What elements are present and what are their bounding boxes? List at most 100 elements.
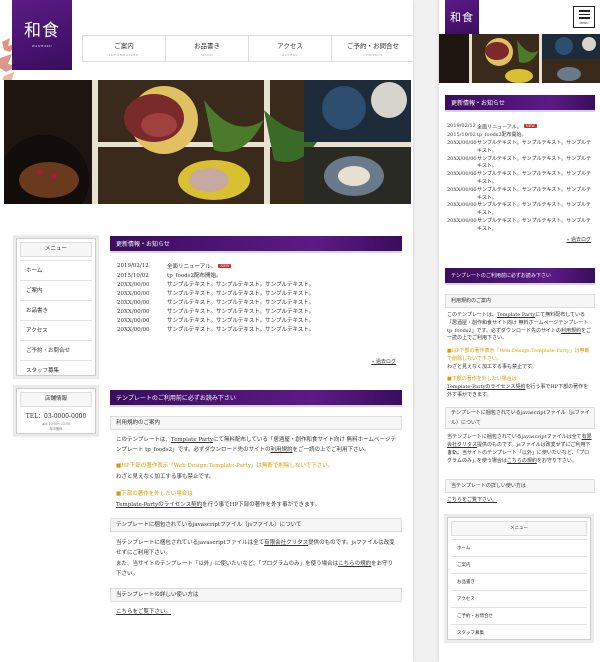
js-heading-mobile: テンプレートに梱包されているjavascriptファイル（jsファイル）について	[445, 407, 595, 429]
news-row: 20XX/00/00 サンプルテキスト。サンプルテキスト。サンプルテキスト。	[117, 299, 401, 308]
nav-label: ご案内	[114, 42, 134, 50]
news-list: 2019/02/12 全面リニューアル。 NEW 2015/10/02 tp_fo…	[117, 262, 401, 335]
usage-detail-heading: 当テンプレートの詳しい使い方は	[110, 588, 402, 602]
news-row: 20XX/00/00 サンプルテキスト。サンプルテキスト。サンプルテキスト。	[447, 171, 595, 187]
terms-link[interactable]: 利用規約	[561, 328, 581, 334]
news-text: tp_foods2配布開始。	[167, 273, 222, 279]
news-row: 20XX/00/00 サンプルテキスト。サンプルテキスト。サンプルテキスト。	[447, 140, 595, 156]
license-paragraph: Template-Partyのライセンス契約を行う事でHP下部の著作を外す事がで…	[116, 502, 321, 508]
news-text: サンプルテキスト。サンプルテキスト。サンプルテキスト。	[477, 140, 592, 154]
js-paragraph: 当テンプレートに梱包されているjavascriptファイルは全て有限会社クリタス…	[116, 540, 395, 556]
news-row: 20XX/00/00 サンプルテキスト。サンプルテキスト。サンプルテキスト。	[447, 202, 595, 218]
news-text: サンプルテキスト。サンプルテキスト。サンプルテキスト。	[167, 327, 315, 333]
hero-image-mobile	[439, 34, 600, 83]
sidebar-item-access[interactable]: アクセス	[20, 320, 92, 340]
news-archive-link[interactable]: » 過去ログ	[300, 358, 396, 365]
news-row: 2015/10/02 tp_foods2配布開始。	[117, 272, 401, 281]
shop-info-box: 店舗情報 TEL：03-0000-0000 AM 10:00〜23:00 年中無…	[16, 388, 96, 434]
news-row: 20XX/00/00 サンプルテキスト。サンプルテキスト。サンプルテキスト。	[447, 156, 595, 172]
news-text: サンプルテキスト。サンプルテキスト。サンプルテキスト。	[477, 171, 592, 185]
sidebar-item-recruit[interactable]: スタッフ募集	[20, 360, 92, 380]
news-text: サンプルテキスト。サンプルテキスト。サンプルテキスト。	[477, 202, 592, 217]
sidebar-item-menu[interactable]: お品書き	[451, 573, 587, 590]
kuritasu-link[interactable]: 有限会社クリタス	[264, 540, 308, 546]
news-date: 2019/02/12	[447, 123, 476, 129]
license-link[interactable]: Template-Partyのライセンス契約	[447, 384, 525, 390]
sidebar-item-information[interactable]: ご案内	[20, 280, 92, 300]
template-notice-heading-mobile: テンプレートのご利用前に必ずお読み下さい	[445, 268, 595, 285]
nav-label: アクセス	[277, 42, 303, 50]
shop-tel: TEL：03-0000-0000	[25, 413, 87, 420]
usage-paragraph-mobile: このテンプレートは、Template Partyにて無料配布している「居酒屋・創…	[447, 312, 592, 342]
sidebar-item-menu[interactable]: お品書き	[20, 300, 92, 320]
credit-note: わざと見えなく加工する事も禁止です。	[116, 474, 215, 480]
news-row: 20XX/00/00 サンプルテキスト。サンプルテキスト。サンプルテキスト。	[117, 317, 401, 326]
template-party-link[interactable]: Template Party	[171, 437, 213, 443]
news-date: 20XX/00/00	[447, 186, 477, 193]
news-date: 20XX/00/00	[117, 300, 150, 306]
template-notice-heading: テンプレートのご利用前に必ずお読み下さい	[110, 390, 402, 407]
mobile-preview: 和食 MENU 更新情報・お知らせ 2019/02/12 全面リニューアル。 NE…	[439, 0, 600, 662]
credit-warning: ■HP下部の著作表示「Web Design:Template-Party」は無断…	[116, 463, 334, 469]
template-party-link[interactable]: Template Party	[497, 312, 535, 318]
news-date: 20XX/00/00	[447, 140, 477, 146]
nav-item-information[interactable]: ご案内 INFORMATION	[82, 36, 165, 61]
news-text: tp_foods2配布開始。	[477, 132, 527, 139]
news-date: 2015/10/02	[117, 273, 149, 279]
sidebar-menu-title: メニュー	[451, 521, 587, 536]
new-badge: NEW	[218, 264, 232, 268]
sidebar-item-home[interactable]: ホーム	[451, 539, 587, 556]
logo-kanji: 和食	[24, 20, 60, 41]
license-link[interactable]: Template-Partyのライセンス契約	[116, 502, 202, 508]
news-row: 20XX/00/00 サンプルテキスト。サンプルテキスト。サンプルテキスト。	[117, 326, 401, 335]
sidebar-item-access[interactable]: アクセス	[451, 590, 587, 607]
nav-sublabel: INFORMATION	[109, 53, 139, 57]
sidebar-menu: メニュー ホーム ご案内 お品書き アクセス ご予約・お問合せ スタッフ募集	[16, 238, 96, 376]
credit-warning-mobile: ■HP下部の著作表示「Web Design:Template-Party」は無断…	[447, 348, 590, 362]
nav-item-contact[interactable]: ご予約・お問合せ CONTACT	[331, 36, 413, 61]
license-warning-mobile: ■下部の著作を外したい場合は	[447, 376, 517, 382]
site-logo-mobile[interactable]: 和食	[445, 0, 479, 34]
news-row: 2019/02/12 全面リニューアル。 NEW	[447, 123, 595, 132]
sidebar-item-home[interactable]: ホーム	[20, 260, 92, 280]
usage-detail-link[interactable]: こちらをご覧下さい。	[116, 607, 316, 617]
news-text: サンプルテキスト。サンプルテキスト。サンプルテキスト。	[477, 186, 592, 201]
news-archive-link-mobile[interactable]: » 過去ログ	[539, 236, 591, 243]
news-text: サンプルテキスト。サンプルテキスト。サンプルテキスト。	[167, 282, 315, 288]
sidebar-item-contact[interactable]: ご予約・お問合せ	[451, 607, 587, 624]
sidebar-item-recruit[interactable]: スタッフ募集	[451, 624, 587, 641]
news-date: 2019/02/12	[117, 263, 149, 269]
hamburger-menu-button[interactable]: MENU	[573, 6, 595, 28]
sidebar-item-information[interactable]: ご案内	[451, 556, 587, 573]
news-row: 20XX/00/00 サンプルテキスト。サンプルテキスト。サンプルテキスト。	[117, 290, 401, 299]
usage-terms-heading: 利用規約のご案内	[110, 416, 402, 430]
news-text: 全面リニューアル。 NEW	[477, 124, 537, 131]
news-date: 20XX/00/00	[447, 155, 477, 162]
usage-terms-heading-mobile: 利用規約のご案内	[445, 294, 595, 308]
news-date: 20XX/00/00	[117, 318, 150, 324]
js-heading: テンプレートに梱包されているjavascriptファイル（jsファイル）について	[110, 518, 402, 532]
news-date: 20XX/00/00	[447, 202, 477, 209]
news-text: サンプルテキスト。サンプルテキスト。サンプルテキスト。	[167, 291, 315, 297]
program-terms-link[interactable]: こちらの規約	[507, 458, 537, 464]
js-paragraph-2-mobile: また、当サイトのテンプレート「以外」に使いたいなど、「プログラムのみ」を使う場合…	[447, 450, 590, 464]
site-logo[interactable]: 和食 WASHOKU	[12, 0, 72, 70]
terms-link[interactable]: 利用規約	[271, 447, 293, 453]
program-terms-link[interactable]: こちらの規約	[338, 561, 371, 567]
news-list-mobile: 2019/02/12 全面リニューアル。 NEW 2015/10/02 tp_fo…	[447, 123, 595, 234]
nav-item-access[interactable]: アクセス ACCESS	[248, 36, 331, 61]
news-date: 20XX/00/00	[117, 327, 150, 333]
nav-item-menu[interactable]: お品書き MENU	[165, 36, 248, 61]
nav-sublabel: CONTACT	[363, 53, 383, 57]
news-date: 2015/10/02	[447, 132, 476, 139]
nav-sublabel: ACCESS	[281, 53, 298, 57]
js-paragraph-2: また、当サイトのテンプレート「以外」に使いたいなど、「プログラムのみ」を使う場合…	[116, 561, 394, 577]
usage-detail-link-mobile[interactable]: こちらをご覧下さい。	[447, 497, 567, 505]
sidebar-item-contact[interactable]: ご予約・お問合せ	[20, 340, 92, 360]
logo-subtitle: WASHOKU	[31, 43, 53, 48]
usage-paragraph: このテンプレートは、Template Partyにて無料配布している「居酒屋・創…	[116, 437, 396, 453]
global-nav: ご案内 INFORMATION お品書き MENU アクセス ACCESS ご予…	[82, 35, 413, 62]
hero-image	[4, 80, 411, 204]
nav-label: ご予約・お問合せ	[347, 42, 399, 50]
logo-kanji: 和食	[450, 10, 474, 24]
